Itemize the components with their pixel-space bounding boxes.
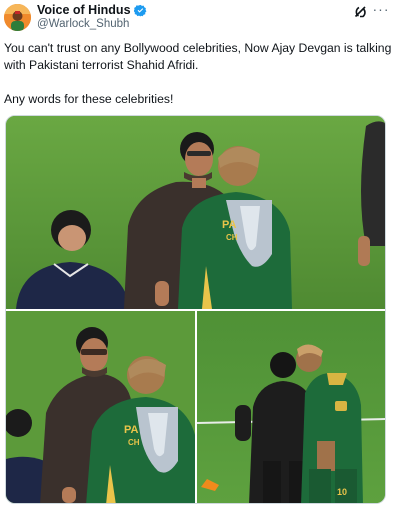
svg-text:CH: CH (128, 438, 140, 447)
photo-3[interactable]: 10 (197, 311, 385, 503)
author-handle[interactable]: @Warlock_Shubh (37, 18, 129, 30)
photo-2[interactable]: PA CH (6, 311, 195, 503)
more-icon[interactable]: ··· (372, 2, 390, 20)
jersey-text: PA (222, 219, 237, 231)
media-grid: PA CH PA CH 10 (5, 115, 386, 504)
tweet-text: You can't trust on any Bollywood celebri… (4, 40, 396, 108)
tweet-text-paragraph-1: You can't trust on any Bollywood celebri… (4, 41, 392, 72)
photo-1[interactable]: PA CH (6, 116, 385, 309)
verified-badge-icon (133, 4, 146, 16)
grok-icon[interactable] (352, 3, 370, 21)
jersey-text-2: CH (226, 233, 238, 242)
display-name[interactable]: Voice of Hindus (37, 3, 131, 17)
tweet-text-paragraph-2: Any words for these celebrities! (4, 92, 174, 106)
avatar[interactable] (4, 4, 31, 31)
tweet: Voice of Hindus @Warlock_Shubh ··· You c… (0, 0, 404, 509)
author-name-row: Voice of Hindus (37, 3, 147, 17)
jersey-number: 10 (337, 487, 347, 497)
svg-text:PA: PA (124, 424, 139, 436)
